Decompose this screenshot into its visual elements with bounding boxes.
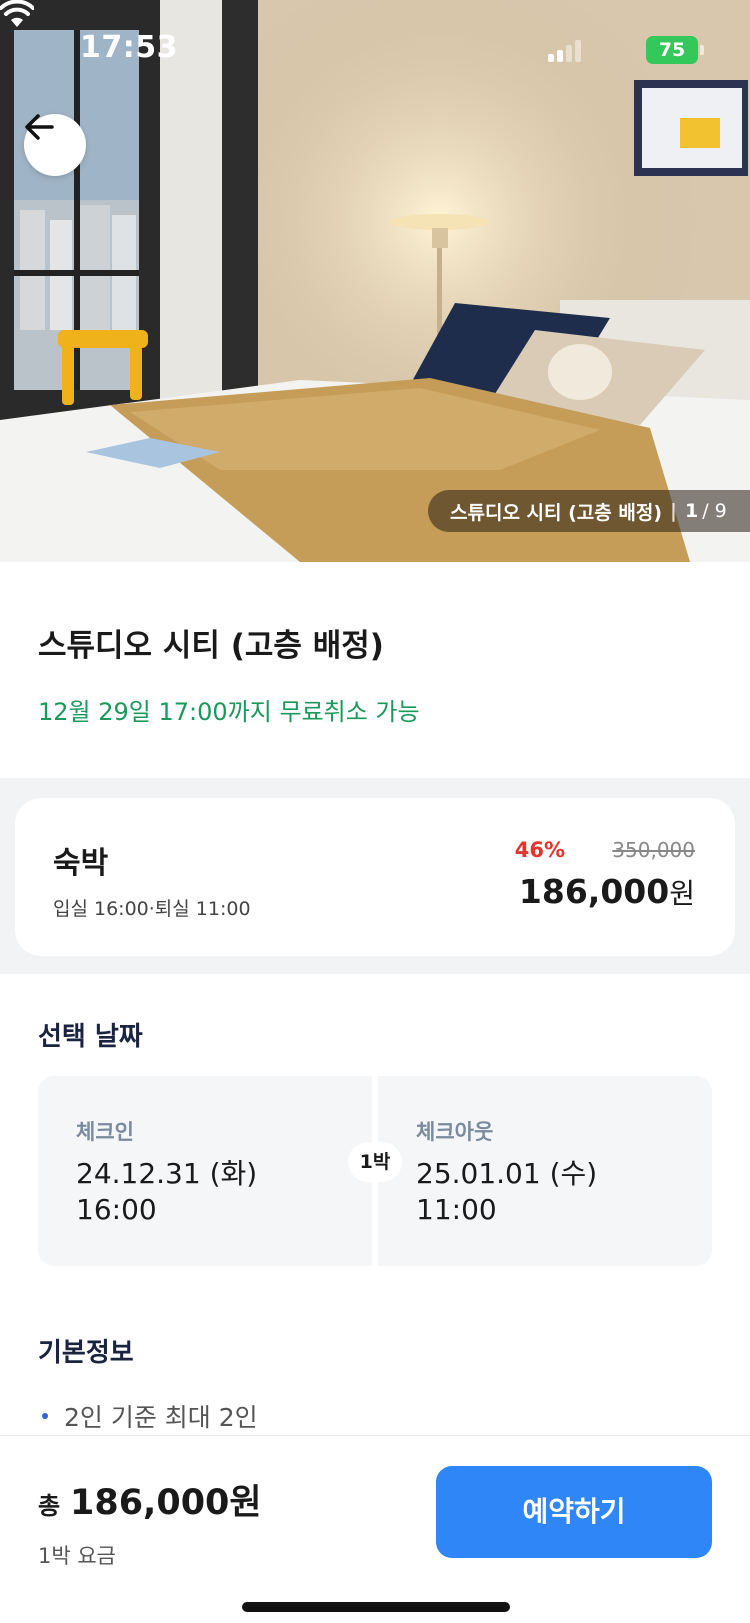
cellular-signal-icon xyxy=(548,40,584,62)
room-photo-gallery[interactable]: 17:53 75 스튜디오 시티 (고층 배정) | 1 / 9 xyxy=(0,0,750,562)
price-card: 숙박 입실 16:00·퇴실 11:00 46% 350,000 186,000… xyxy=(15,798,735,956)
basic-info-item: 2인 기준 최대 2인 xyxy=(42,1398,258,1434)
discount-rate: 46% xyxy=(514,838,565,862)
checkin-box[interactable]: 체크인 24.12.31 (화) 16:00 xyxy=(38,1076,372,1266)
status-bar: 17:53 75 xyxy=(0,0,750,100)
free-cancel-note: 12월 29일 17:00까지 무료취소 가능 xyxy=(38,698,420,726)
original-price: 350,000 xyxy=(612,838,695,862)
battery-indicator: 75 xyxy=(646,36,698,64)
photo-caption: 스튜디오 시티 (고층 배정) | 1 / 9 xyxy=(428,490,750,532)
checkout-value: 25.01.01 (수) 11:00 xyxy=(416,1156,597,1228)
wifi-icon xyxy=(0,0,34,27)
photo-index-total: / 9 xyxy=(702,500,727,522)
home-indicator[interactable] xyxy=(242,1602,510,1612)
back-button[interactable] xyxy=(24,114,86,176)
battery-nub xyxy=(700,45,704,55)
photo-caption-title: 스튜디오 시티 (고층 배정) xyxy=(450,501,663,524)
book-button[interactable]: 예약하기 xyxy=(436,1466,712,1558)
room-title: 스튜디오 시티 (고층 배정) xyxy=(38,628,384,664)
checkout-box[interactable]: 체크아웃 25.01.01 (수) 11:00 xyxy=(378,1076,712,1266)
basic-info-title: 기본정보 xyxy=(38,1338,134,1368)
caption-divider: | xyxy=(670,500,677,522)
stay-type: 숙박 xyxy=(53,846,109,881)
per-night-label: 1박 요금 xyxy=(38,1544,116,1568)
checkin-checkout-times: 입실 16:00·퇴실 11:00 xyxy=(53,898,251,920)
selected-dates-title: 선택 날짜 xyxy=(38,1022,143,1052)
checkin-value: 24.12.31 (화) 16:00 xyxy=(76,1156,257,1228)
booking-bar: 총 186,000원 1박 요금 예약하기 xyxy=(0,1435,750,1623)
total-amount: 186,000원 xyxy=(70,1483,262,1523)
total-label: 총 xyxy=(38,1492,61,1520)
final-price-amount: 186,000 xyxy=(518,872,670,911)
arrow-left-icon xyxy=(25,114,54,140)
bullet-icon xyxy=(42,1413,48,1419)
battery-level: 75 xyxy=(658,39,686,61)
status-time: 17:53 xyxy=(80,30,178,65)
checkout-date: 25.01.01 (수) xyxy=(416,1157,598,1190)
basic-info-item-text: 2인 기준 최대 2인 xyxy=(64,1403,258,1432)
nights-badge: 1박 xyxy=(348,1142,402,1182)
checkin-label: 체크인 xyxy=(76,1120,134,1144)
checkin-time: 16:00 xyxy=(76,1193,157,1226)
photo-index-current: 1 xyxy=(684,500,699,522)
checkout-label: 체크아웃 xyxy=(416,1120,494,1144)
final-price: 186,000원 xyxy=(519,872,695,912)
final-price-unit: 원 xyxy=(669,877,695,910)
checkout-time: 11:00 xyxy=(416,1193,497,1226)
checkin-date: 24.12.31 (화) xyxy=(76,1157,258,1190)
